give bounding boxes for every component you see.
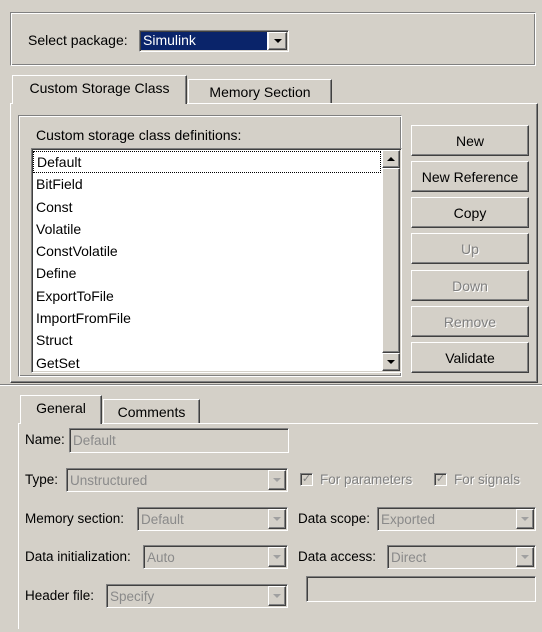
- tab-label: Custom Storage Class: [29, 80, 170, 96]
- for-parameters-checkbox[interactable]: ✓: [300, 473, 313, 486]
- name-value: Default: [73, 433, 116, 448]
- tab-memory-section[interactable]: Memory Section: [188, 79, 332, 103]
- tab-label: General: [36, 400, 86, 416]
- memory-section-value: Default: [141, 511, 184, 527]
- list-items: Default BitField Const Volatile ConstVol…: [33, 151, 381, 374]
- validate-button[interactable]: Validate: [411, 342, 529, 373]
- tab-general[interactable]: General: [20, 395, 102, 424]
- chevron-down-icon: [521, 517, 529, 521]
- check-icon: ✓: [301, 473, 312, 485]
- tab-label: Memory Section: [209, 84, 311, 100]
- up-button[interactable]: Up: [411, 233, 529, 264]
- bottom-divider: [0, 384, 542, 386]
- data-access-value: Direct: [391, 549, 427, 565]
- memory-section-select[interactable]: Default: [137, 507, 288, 531]
- data-initialization-select[interactable]: Auto: [143, 545, 288, 569]
- data-initialization-value: Auto: [147, 549, 175, 565]
- name-field[interactable]: Default: [69, 428, 289, 453]
- data-access-dropdown-button[interactable]: [516, 547, 534, 567]
- new-reference-button[interactable]: New Reference: [411, 161, 529, 192]
- data-scope-label: Data scope:: [298, 511, 371, 526]
- tab-comments[interactable]: Comments: [103, 399, 200, 423]
- list-item[interactable]: Volatile: [33, 218, 381, 240]
- data-initialization-label: Data initialization:: [25, 549, 131, 564]
- list-item[interactable]: Const: [33, 196, 381, 218]
- copy-button[interactable]: Copy: [411, 197, 529, 228]
- header-file-name-field[interactable]: [306, 576, 536, 602]
- type-value: Unstructured: [70, 472, 148, 488]
- tab-custom-storage-class[interactable]: Custom Storage Class: [12, 75, 187, 104]
- list-item[interactable]: Define: [33, 262, 381, 284]
- package-value-text: Simulink: [143, 32, 196, 48]
- type-select[interactable]: Unstructured: [66, 468, 288, 492]
- data-scope-select[interactable]: Exported: [377, 507, 536, 531]
- data-initialization-dropdown-button[interactable]: [268, 547, 286, 567]
- chevron-down-icon: [273, 555, 281, 559]
- list-item[interactable]: ConstVolatile: [33, 240, 381, 262]
- scroll-up-button[interactable]: [382, 150, 400, 168]
- scroll-down-button[interactable]: [382, 353, 400, 371]
- list-scrollbar[interactable]: [382, 150, 400, 371]
- chevron-down-icon: [521, 555, 529, 559]
- memory-section-label: Memory section:: [25, 511, 125, 526]
- scroll-thumb[interactable]: [382, 168, 400, 353]
- tab-label: Comments: [117, 404, 186, 420]
- new-button[interactable]: New: [411, 125, 529, 156]
- header-file-value: Specify: [110, 588, 155, 604]
- list-item[interactable]: GetSet: [33, 352, 381, 374]
- package-dropdown-button[interactable]: [268, 32, 287, 50]
- down-button[interactable]: Down: [411, 270, 529, 301]
- memory-section-dropdown-button[interactable]: [268, 509, 286, 529]
- list-item[interactable]: ImportFromFile: [33, 307, 381, 329]
- check-icon: ✓: [435, 473, 446, 485]
- type-dropdown-button[interactable]: [268, 470, 286, 490]
- for-signals-checkbox[interactable]: ✓: [434, 473, 447, 486]
- package-select[interactable]: Simulink: [139, 30, 289, 52]
- header-file-dropdown-button[interactable]: [268, 586, 286, 606]
- list-item[interactable]: Default: [33, 151, 381, 174]
- list-item[interactable]: ExportToFile: [33, 285, 381, 307]
- for-signals-label: For signals: [454, 472, 521, 487]
- for-parameters-label: For parameters: [320, 472, 413, 487]
- chevron-down-icon: [273, 594, 281, 598]
- data-scope-value: Exported: [381, 511, 436, 527]
- package-select-value: Simulink: [141, 32, 267, 50]
- list-item[interactable]: BitField: [33, 173, 381, 195]
- data-access-label: Data access:: [298, 549, 377, 564]
- data-scope-dropdown-button[interactable]: [516, 509, 534, 529]
- chevron-down-icon: [273, 478, 281, 482]
- header-file-label: Header file:: [25, 588, 95, 603]
- chevron-down-icon: [387, 360, 395, 364]
- list-item[interactable]: Struct: [33, 329, 381, 351]
- type-label: Type:: [25, 472, 59, 487]
- name-label: Name:: [25, 432, 65, 447]
- chevron-up-icon: [387, 157, 395, 161]
- remove-button[interactable]: Remove: [411, 306, 529, 337]
- header-file-select[interactable]: Specify: [106, 584, 288, 608]
- select-package-label: Select package:: [28, 32, 128, 48]
- chevron-down-icon: [273, 517, 281, 521]
- definitions-label: Custom storage class definitions:: [36, 127, 242, 143]
- definitions-list[interactable]: Default BitField Const Volatile ConstVol…: [31, 148, 402, 373]
- chevron-down-icon: [273, 39, 282, 43]
- data-access-select[interactable]: Direct: [387, 545, 536, 569]
